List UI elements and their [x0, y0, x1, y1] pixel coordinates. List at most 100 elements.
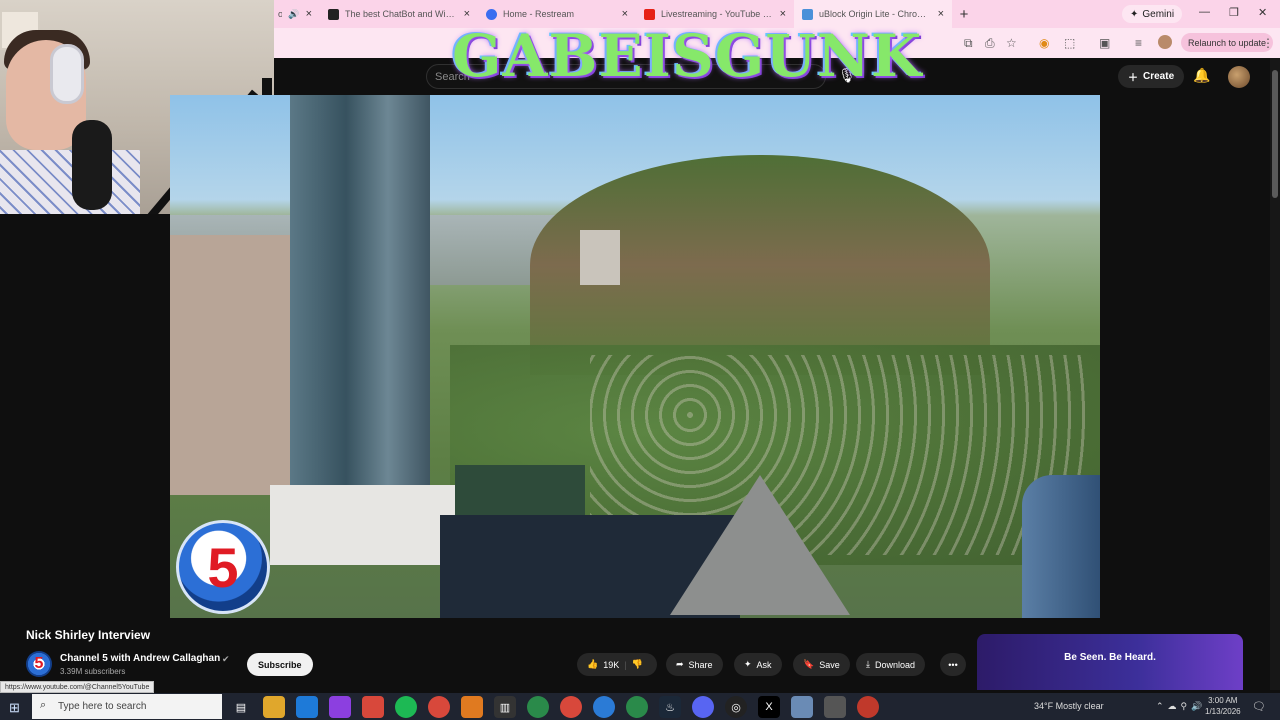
- kebab-menu-icon[interactable]: ⋮: [1262, 36, 1274, 50]
- chrome-profile-icon[interactable]: [428, 696, 450, 718]
- record-icon[interactable]: [857, 696, 879, 718]
- download-button[interactable]: ⤓ Download: [856, 653, 926, 676]
- pyramid-roof: [670, 475, 850, 615]
- channel5-watermark: 5: [176, 520, 270, 614]
- editor-icon[interactable]: [824, 696, 846, 718]
- blue-tower: [1022, 475, 1100, 618]
- channel-name[interactable]: Channel 5 with Andrew Callaghan: [60, 653, 220, 664]
- taskbar-search-input[interactable]: ⌕ Type here to search: [32, 694, 222, 719]
- notification-icon[interactable]: 🗨: [1252, 700, 1266, 713]
- stream-brand-overlay: GABEISGUNK: [452, 22, 923, 90]
- create-button[interactable]: ＋ Create: [1118, 65, 1185, 88]
- twitch-icon[interactable]: [329, 696, 351, 718]
- plus-icon: ＋: [1128, 73, 1138, 84]
- tab-0[interactable]: ou 🔊 ×: [274, 0, 320, 28]
- taskbar-apps: ▤ ▥ ♨ ◎ X: [230, 696, 879, 718]
- split-view-icon[interactable]: ▣: [1099, 36, 1110, 50]
- app-icon[interactable]: [461, 696, 483, 718]
- building: [580, 230, 620, 285]
- verified-icon: ✔: [222, 654, 230, 664]
- headphones: [50, 44, 84, 104]
- chatbot-favicon-icon: [328, 8, 339, 20]
- search-icon: ⌕: [40, 699, 47, 711]
- thumbs-down-icon[interactable]: 👎: [632, 659, 643, 670]
- save-label: Save: [819, 659, 840, 670]
- close-icon[interactable]: ×: [306, 8, 312, 20]
- vpn-icon[interactable]: [296, 696, 318, 718]
- like-count[interactable]: 19K: [603, 660, 619, 670]
- close-icon[interactable]: ×: [938, 8, 944, 20]
- chrome-icon-2[interactable]: [527, 696, 549, 718]
- status-url: https://www.youtube.com/@Channel5YouTube: [0, 681, 155, 693]
- tab-label: ou: [278, 9, 282, 19]
- file-explorer-icon[interactable]: [263, 696, 285, 718]
- tab-label: The best ChatBot and Widgets: [345, 9, 458, 19]
- download-icon: ⤓: [866, 659, 870, 669]
- chrome-icon-3[interactable]: [560, 696, 582, 718]
- sparkle-icon: ✦: [744, 659, 752, 669]
- glass-tower: [290, 95, 430, 515]
- microphone: [72, 120, 112, 210]
- windows-start-icon[interactable]: ⊞: [9, 700, 20, 716]
- steam-icon[interactable]: ♨: [659, 696, 681, 718]
- share-label: Share: [688, 659, 713, 670]
- browser-icon[interactable]: [593, 696, 615, 718]
- clock-time: 3:00 AM: [1208, 696, 1238, 705]
- ad-banner[interactable]: Be Seen. Be Heard.: [977, 634, 1243, 690]
- like-dislike-group: 👍 19K | 👎: [577, 653, 657, 676]
- discord-icon[interactable]: [692, 696, 714, 718]
- thumbs-up-icon[interactable]: 👍: [587, 659, 598, 670]
- relaunch-button[interactable]: Relaunch to update: [1181, 33, 1274, 52]
- page-icon[interactable]: ⧉: [964, 36, 973, 51]
- window-close-icon[interactable]: ✕: [1258, 6, 1267, 19]
- speaker-icon[interactable]: 🔊: [288, 9, 299, 20]
- streamer-shirt: [0, 150, 140, 214]
- profile-icon[interactable]: [1158, 35, 1172, 49]
- video-title: Nick Shirley Interview: [26, 628, 151, 642]
- more-actions-button[interactable]: •••: [940, 653, 966, 676]
- download-label: Download: [874, 659, 916, 670]
- sparkle-icon: ✦: [1130, 8, 1139, 20]
- new-tab-button[interactable]: +: [952, 6, 976, 23]
- task-view-icon[interactable]: ▤: [230, 696, 252, 718]
- channel-avatar[interactable]: 5: [26, 651, 52, 677]
- media-controls-icon[interactable]: ≡: [1135, 36, 1142, 50]
- ask-button[interactable]: ✦ Ask: [734, 653, 782, 676]
- system-tray[interactable]: ⌃☁⚲🔊: [1156, 701, 1206, 712]
- chrome-icon-4[interactable]: [626, 696, 648, 718]
- minimize-icon[interactable]: —: [1199, 6, 1210, 18]
- save-button[interactable]: 🔖 Save: [793, 653, 850, 676]
- taskbar-search-placeholder: Type here to search: [58, 701, 147, 712]
- weather-widget[interactable]: 34°F Mostly clear: [1034, 701, 1104, 711]
- share-icon: ➦: [676, 659, 684, 669]
- share-button[interactable]: ➦ Share: [666, 653, 723, 676]
- stream-right-blank: [1100, 95, 1270, 618]
- scrollbar-thumb[interactable]: [1272, 70, 1278, 198]
- x-icon[interactable]: X: [758, 696, 780, 718]
- spotify-icon[interactable]: [395, 696, 417, 718]
- subscribe-button[interactable]: Subscribe: [247, 653, 313, 676]
- building: [170, 235, 290, 495]
- terminal-icon[interactable]: ▥: [494, 696, 516, 718]
- more-icon: •••: [948, 659, 958, 670]
- cast-icon[interactable]: ⎙: [985, 36, 995, 51]
- gemini-label: Gemini: [1142, 8, 1175, 20]
- video-player[interactable]: 5: [170, 95, 1100, 618]
- subscriber-count: 3.39M subscribers: [60, 667, 126, 676]
- extensions-icon[interactable]: ⬚: [1064, 36, 1075, 50]
- rss-icon[interactable]: ◉: [1039, 36, 1049, 50]
- account-avatar[interactable]: [1228, 66, 1250, 88]
- gemini-button[interactable]: ✦ Gemini: [1122, 5, 1183, 23]
- create-label: Create: [1143, 71, 1175, 82]
- divider: |: [624, 659, 627, 670]
- bookmark-star-icon[interactable]: ☆: [1006, 36, 1017, 50]
- ask-label: Ask: [756, 659, 772, 670]
- restore-icon[interactable]: ❐: [1229, 6, 1239, 19]
- chrome-icon[interactable]: [362, 696, 384, 718]
- notes-icon[interactable]: [791, 696, 813, 718]
- bookmark-icon: 🔖: [803, 659, 815, 669]
- obs-icon[interactable]: ◎: [725, 696, 747, 718]
- bell-icon[interactable]: 🔔: [1193, 67, 1210, 84]
- stream-left-blank: [0, 214, 170, 618]
- taskbar-clock[interactable]: 3:00 AM 1/13/2026: [1205, 695, 1241, 717]
